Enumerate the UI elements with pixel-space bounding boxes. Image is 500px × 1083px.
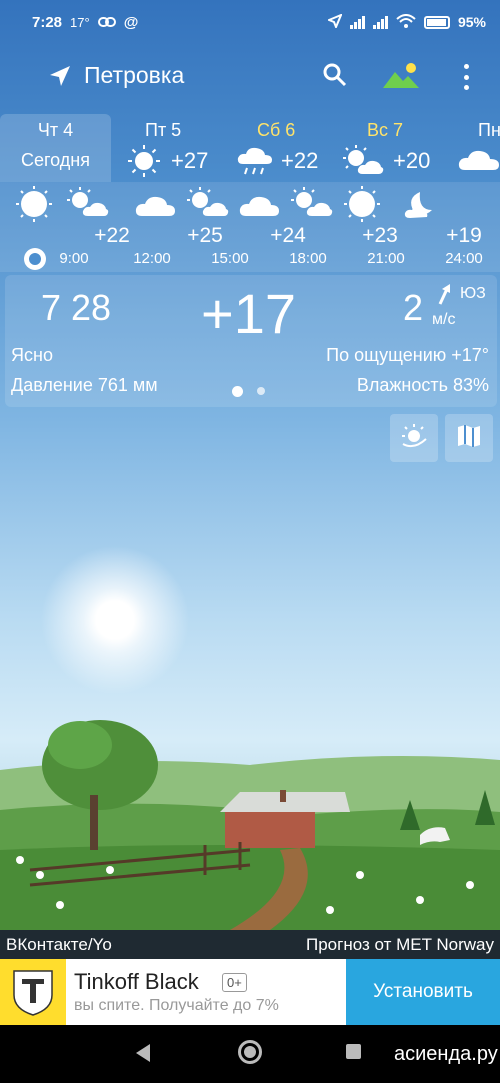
hour-temp: +22 bbox=[94, 224, 130, 247]
pressure: Давление 761 мм bbox=[11, 375, 158, 395]
app-bar: Петровка bbox=[0, 52, 500, 100]
wifi-icon bbox=[396, 13, 416, 31]
partly-cloudy-icon bbox=[291, 187, 333, 216]
sunny-icon bbox=[127, 144, 161, 183]
location-arrow-icon bbox=[326, 12, 343, 31]
hour-temp: +24 bbox=[270, 224, 306, 247]
status-notif-temp: 17° bbox=[70, 14, 90, 30]
hour-temp: +25 bbox=[187, 224, 223, 247]
humidity: Влажность 83% bbox=[356, 375, 489, 395]
day-temp: +20 bbox=[393, 148, 431, 173]
city-name[interactable]: Петровка bbox=[84, 62, 184, 89]
system-nav-bar: асиенда.ру bbox=[0, 1025, 500, 1083]
link-icon bbox=[97, 14, 116, 31]
rain-icon bbox=[235, 144, 275, 183]
wind-arrow-icon bbox=[437, 283, 453, 310]
day-name: Пт 5 bbox=[145, 120, 182, 140]
now-indicator-icon bbox=[24, 248, 46, 270]
home-icon[interactable] bbox=[238, 1040, 262, 1064]
tab-day-0[interactable]: Чт 4 Сегодня bbox=[0, 114, 111, 182]
ad-banner[interactable]: Tinkoff Black 0+ вы спите. Получайте до … bbox=[0, 959, 500, 1025]
partly-cloudy-icon bbox=[341, 144, 385, 183]
partly-cloudy-icon bbox=[187, 187, 229, 216]
status-time: 7:28 bbox=[32, 13, 63, 31]
hour-time: 24:00 bbox=[445, 250, 483, 267]
day-temp: +27 bbox=[171, 148, 209, 173]
tinkoff-logo bbox=[0, 959, 66, 1025]
status-bar: 7:28 17° @ 95% bbox=[0, 0, 500, 44]
age-rating-badge: 0+ bbox=[222, 973, 247, 992]
back-icon[interactable] bbox=[136, 1044, 150, 1062]
day-name: Сб 6 bbox=[257, 120, 296, 140]
install-button[interactable]: Установить bbox=[346, 959, 500, 1025]
day-name: Пн bbox=[478, 120, 500, 140]
sunny-icon bbox=[16, 186, 52, 222]
battery-icon bbox=[423, 15, 450, 29]
cloud-icon bbox=[457, 146, 500, 177]
wind-direction: ЮЗ bbox=[460, 285, 486, 302]
forecast-source-link[interactable]: Прогноз от MET Norway bbox=[306, 935, 494, 955]
hour-time: 15:00 bbox=[211, 250, 249, 267]
signal-icon bbox=[349, 15, 365, 29]
search-icon[interactable] bbox=[322, 62, 348, 93]
at-icon: @ bbox=[123, 13, 139, 31]
tab-day-4[interactable]: Пн bbox=[447, 114, 500, 182]
condition-text: Ясно bbox=[11, 345, 53, 365]
tab-day-3[interactable]: Вс 7 +20 bbox=[335, 114, 447, 182]
day-temp: +22 bbox=[281, 148, 319, 173]
partly-cloudy-icon bbox=[67, 187, 109, 216]
tab-day-1[interactable]: Пт 5 +27 bbox=[111, 114, 223, 182]
wind-speed: 2 bbox=[403, 287, 424, 328]
current-temp: +17 bbox=[201, 282, 296, 345]
hour-temp: +23 bbox=[362, 224, 398, 247]
recents-icon[interactable] bbox=[346, 1044, 361, 1059]
hourly-icons bbox=[16, 186, 432, 222]
hourly-forecast: +22 +25 +24 +23 +19 9:00 12:00 15:00 18:… bbox=[0, 182, 500, 272]
tab-day-2[interactable]: Сб 6 +22 bbox=[223, 114, 335, 182]
feels-like: По ощущению +17° bbox=[326, 345, 489, 365]
location-icon[interactable] bbox=[48, 64, 72, 93]
cloud-icon bbox=[239, 196, 279, 216]
sun-moon-button[interactable] bbox=[390, 414, 438, 462]
landscape-icon[interactable] bbox=[382, 62, 420, 95]
hour-time: 21:00 bbox=[367, 250, 405, 267]
hour-time: 12:00 bbox=[133, 250, 171, 267]
map-button[interactable] bbox=[445, 414, 493, 462]
more-menu-icon[interactable] bbox=[458, 64, 474, 90]
ad-title: Tinkoff Black bbox=[74, 969, 199, 994]
page-dot-active[interactable] bbox=[232, 386, 243, 397]
sunny-icon bbox=[344, 186, 380, 222]
map-icon bbox=[456, 423, 482, 454]
battery-level: 95% bbox=[457, 14, 486, 30]
photo-credit-link[interactable]: ВКонтакте/Yo bbox=[6, 935, 112, 955]
current-time: 7 28 bbox=[41, 287, 112, 328]
day-sub: Сегодня bbox=[21, 150, 90, 170]
day-name: Чт 4 bbox=[37, 120, 74, 140]
wind-unit: м/с bbox=[432, 311, 456, 328]
hour-time: 9:00 bbox=[59, 250, 89, 267]
page-dot[interactable] bbox=[257, 387, 265, 395]
watermark: асиенда.ру bbox=[394, 1043, 498, 1065]
hour-temp: +19 bbox=[446, 224, 482, 247]
ad-subtitle: вы спите. Получайте до 7% bbox=[74, 997, 279, 1014]
credits-bar: ВКонтакте/Yo Прогноз от MET Norway bbox=[0, 930, 500, 959]
sun-orbit-icon bbox=[400, 422, 428, 455]
signal-icon-2 bbox=[372, 15, 388, 29]
moon-cloud-icon bbox=[404, 192, 432, 218]
cloud-icon bbox=[135, 196, 175, 216]
landscape-illustration bbox=[0, 720, 500, 930]
day-tabs: Чт 4 Сегодня Пт 5 +27 Сб 6 +22 Вс 7 +20 … bbox=[0, 114, 500, 182]
hour-time: 18:00 bbox=[289, 250, 327, 267]
current-conditions[interactable]: 7 28 +17 2 ЮЗ м/с Ясно По ощущению +17° … bbox=[5, 275, 497, 407]
sun-glow bbox=[40, 545, 190, 695]
day-name: Вс 7 bbox=[367, 120, 404, 140]
